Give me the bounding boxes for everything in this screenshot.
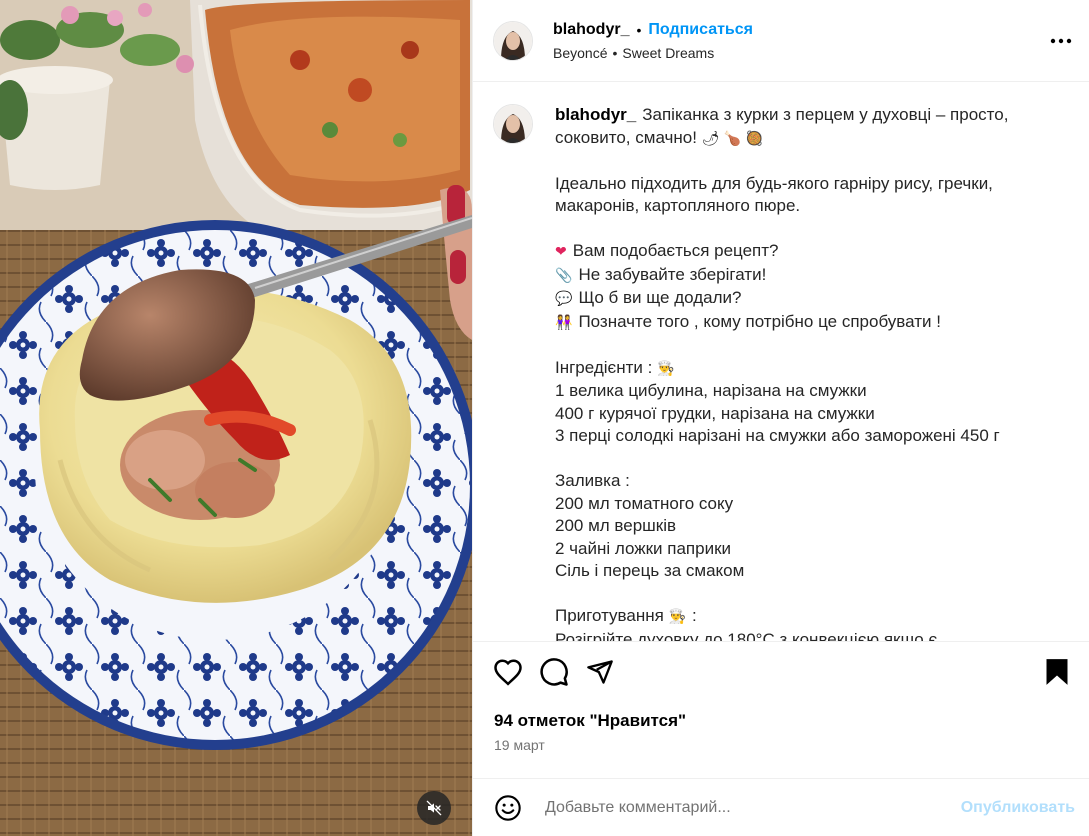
caption-line: Запіканка з курки з перцем у духовці – п… — [642, 105, 1009, 124]
comment-button[interactable] — [539, 656, 571, 688]
instagram-post: blahodyr_ • Подписаться Beyoncé • Sweet … — [0, 0, 1089, 836]
bookmark-icon — [1046, 658, 1068, 685]
comments-section[interactable]: blahodyr_ Запіканка з курки з перцем у ду… — [473, 82, 1089, 641]
caption-line: Заливка : — [555, 471, 630, 490]
audio-artist[interactable]: Beyoncé — [553, 45, 607, 61]
caption-paragraph: Приготування 👨‍🍳: Розігрійте духовку до … — [555, 605, 1025, 641]
like-button[interactable] — [493, 656, 525, 688]
post-side-panel: blahodyr_ • Подписаться Beyoncé • Sweet … — [472, 0, 1089, 836]
likes-count[interactable]: 94 отметок "Нравится" — [473, 701, 1089, 731]
caption-line: 200 мл вершків — [555, 516, 677, 535]
profile-photo-icon — [494, 105, 532, 143]
post-header: blahodyr_ • Подписаться Beyoncé • Sweet … — [473, 0, 1089, 82]
header-text: blahodyr_ • Подписаться Beyoncé • Sweet … — [553, 21, 1049, 61]
comment-icon — [540, 657, 568, 686]
separator-dot: • — [612, 44, 618, 61]
avatar[interactable] — [493, 104, 533, 144]
caption-paragraph: Заливка : 200 мл томатного соку 200 мл в… — [555, 470, 1025, 583]
caption-paragraph: blahodyr_ Запіканка з курки з перцем у ду… — [555, 104, 1025, 150]
post-media[interactable] — [0, 0, 472, 836]
follow-button[interactable]: Подписаться — [648, 21, 753, 39]
chef-emoji: 👨‍🍳 — [668, 609, 687, 625]
caption-line: Інгредієнти : — [555, 357, 653, 377]
caption-line: Ідеально підходить для будь-якого гарнір… — [555, 173, 993, 193]
comment-input[interactable] — [543, 797, 961, 818]
mute-button[interactable] — [417, 791, 451, 825]
speech-bubble-emoji: 💬 — [555, 291, 573, 307]
food-photo — [0, 0, 472, 836]
caption-username[interactable]: blahodyr_ — [555, 105, 636, 124]
save-button[interactable] — [1037, 656, 1069, 688]
emoji-picker-button[interactable] — [493, 793, 523, 823]
caption-line: макаронів, картопляного пюре. — [555, 196, 801, 215]
caption-text: blahodyr_ Запіканка з курки з перцем у ду… — [555, 104, 1025, 641]
paperclip-emoji: 📎 — [555, 267, 573, 284]
caption-line: Що б ви ще додали? — [578, 288, 742, 307]
caption-line: Сіль і перець за смаком — [555, 561, 745, 580]
caption-paragraph: ❤ Вам подобається рецепт? 📎 Не забувайте з… — [555, 240, 1025, 334]
caption: blahodyr_ Запіканка з курки з перцем у ду… — [493, 104, 1069, 641]
more-options-button[interactable] — [1049, 29, 1073, 53]
caption-line: соковито, смачно! — [555, 127, 697, 147]
profile-photo-icon — [494, 21, 532, 60]
username-link[interactable]: blahodyr_ — [553, 21, 629, 39]
chef-emoji: 👨‍🍳 — [657, 360, 675, 377]
caption-line: Приготування — [555, 606, 664, 625]
action-bar — [473, 641, 1089, 701]
people-emoji: 👭 — [555, 314, 573, 331]
caption-line: 200 мл томатного соку — [555, 493, 734, 513]
separator-dot: • — [636, 21, 642, 38]
audio-info[interactable]: Beyoncé • Sweet Dreams — [553, 45, 1049, 61]
emoji-icon — [495, 794, 521, 821]
heart-emoji: ❤ — [555, 244, 567, 260]
caption-line: 400 г курячої грудки, нарізана на смужки — [555, 403, 875, 423]
caption-line: 2 чайні ложки паприки — [555, 538, 732, 558]
publish-button[interactable]: Опубликовать — [961, 799, 1075, 817]
caption-line: Не забувайте зберігати! — [578, 264, 767, 284]
food-emoji: 🌶 🍗 🥘 — [701, 130, 764, 147]
share-button[interactable] — [585, 656, 617, 688]
header-row: blahodyr_ • Подписаться — [553, 21, 1049, 39]
caption-line: 3 перці солодкі нарізані на смужки або з… — [555, 426, 1000, 445]
comment-form: Опубликовать — [473, 778, 1089, 836]
audio-track[interactable]: Sweet Dreams — [622, 45, 714, 61]
caption-line: Позначте того , кому потрібно це спробув… — [578, 311, 941, 331]
caption-paragraph: Ідеально підходить для будь-якого гарнір… — [555, 173, 1025, 218]
caption-paragraph: Інгредієнти : 👨‍🍳 1 велика цибулина, нар… — [555, 357, 1025, 448]
heart-icon — [494, 658, 522, 686]
share-icon — [587, 659, 613, 684]
avatar[interactable] — [493, 20, 533, 61]
post-date[interactable]: 19 март — [473, 731, 1089, 753]
caption-line: Вам подобається рецепт? — [572, 241, 779, 260]
mute-icon — [426, 800, 442, 816]
caption-line: Розігрійте духовку до 180°C з конвекцією… — [555, 629, 947, 642]
caption-line: 1 велика цибулина, нарізана на смужки — [555, 381, 867, 400]
more-icon — [1050, 38, 1072, 43]
